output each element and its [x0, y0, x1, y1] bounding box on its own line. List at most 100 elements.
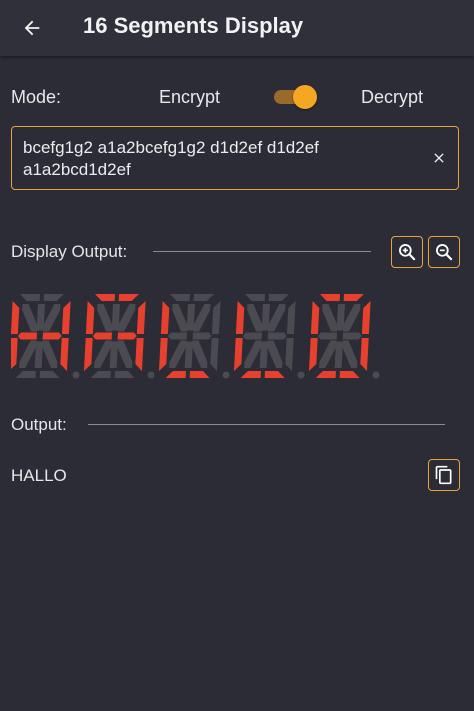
- segment-g2: [342, 332, 362, 340]
- segment-a1: [95, 294, 115, 301]
- arrow-left-icon: [24, 20, 40, 36]
- segment-m: [244, 340, 262, 368]
- sixteen-segment-display: [11, 294, 380, 379]
- mode-row: Mode: Encrypt Decrypt: [0, 84, 474, 112]
- segment-c: [210, 338, 219, 371]
- segment-e: [158, 338, 168, 371]
- segment-e: [83, 338, 93, 371]
- segment-c: [135, 338, 144, 371]
- zoom-in-icon: [399, 244, 416, 261]
- segment-b: [361, 301, 371, 334]
- segment-g1: [317, 332, 337, 340]
- display-character: [308, 294, 371, 378]
- segment-a2: [193, 294, 214, 301]
- segment-m: [169, 340, 187, 368]
- segment-d2: [189, 371, 210, 378]
- segment-a1: [320, 294, 340, 301]
- display-character: [83, 294, 146, 378]
- segment-f: [310, 301, 320, 334]
- zoom-out-icon: [436, 244, 453, 261]
- segment-j: [118, 304, 136, 332]
- segments-input[interactable]: bcefg1g2 a1a2bcefg1g2 d1d2ef d1d2ef a1a2…: [11, 126, 459, 190]
- segment-m: [19, 340, 37, 368]
- segment-d2: [39, 371, 60, 378]
- segment-k: [192, 340, 208, 368]
- clear-button[interactable]: [426, 145, 452, 171]
- segment-a2: [343, 294, 364, 301]
- segment-j: [343, 304, 361, 332]
- segment-b: [136, 301, 146, 334]
- segment-g1: [17, 332, 37, 340]
- zoom-out-button[interactable]: [428, 236, 460, 268]
- segment-b: [286, 301, 296, 334]
- mode-label: Mode:: [11, 87, 62, 107]
- decimal-point: [72, 371, 80, 379]
- segment-d2: [264, 371, 285, 378]
- segments-input-value[interactable]: bcefg1g2 a1a2bcefg1g2 d1d2ef d1d2ef a1a2…: [23, 137, 413, 181]
- segment-k: [42, 340, 58, 368]
- app-bar: 16 Segments Display: [0, 0, 474, 56]
- segment-g2: [42, 332, 62, 340]
- segment-a1: [170, 294, 190, 301]
- segment-g1: [167, 332, 187, 340]
- segment-e: [233, 338, 243, 371]
- encrypt-label: Encrypt: [159, 87, 221, 107]
- display-character: [158, 294, 221, 378]
- segment-a2: [118, 294, 139, 301]
- segment-d2: [114, 371, 135, 378]
- segment-e: [308, 338, 318, 371]
- segment-h: [97, 304, 113, 332]
- segment-h: [22, 304, 38, 332]
- segment-j: [268, 304, 286, 332]
- segment-d2: [339, 371, 360, 378]
- page-title: 16 Segments Display: [83, 13, 304, 38]
- segment-f: [11, 301, 20, 334]
- segment-c: [285, 338, 294, 371]
- segment-b: [61, 301, 71, 334]
- zoom-in-button[interactable]: [391, 236, 423, 268]
- segment-a2: [43, 294, 64, 301]
- output-divider: [88, 424, 445, 425]
- segment-b: [211, 301, 221, 334]
- segment-h: [322, 304, 338, 332]
- segment-g2: [267, 332, 287, 340]
- display-divider: [153, 251, 371, 252]
- segment-h: [247, 304, 263, 332]
- segment-d1: [315, 371, 336, 378]
- decimal-point: [372, 371, 380, 379]
- segment-d1: [165, 371, 186, 378]
- back-button[interactable]: [14, 10, 50, 46]
- segment-k: [117, 340, 133, 368]
- output-label: Output:: [11, 415, 67, 434]
- segment-f: [235, 301, 245, 334]
- segment-g1: [242, 332, 262, 340]
- output-value: HALLO: [11, 466, 67, 485]
- segment-g2: [117, 332, 137, 340]
- segment-j: [193, 304, 211, 332]
- segment-k: [267, 340, 283, 368]
- segment-c: [60, 338, 69, 371]
- segment-d1: [240, 371, 261, 378]
- copy-button[interactable]: [428, 459, 460, 491]
- segment-j: [43, 304, 61, 332]
- decrypt-label: Decrypt: [361, 87, 424, 107]
- segment-f: [85, 301, 95, 334]
- close-icon: [434, 153, 444, 163]
- segment-a2: [268, 294, 289, 301]
- display-output-label: Display Output:: [11, 242, 128, 261]
- mode-toggle[interactable]: [272, 84, 318, 110]
- segment-k: [342, 340, 358, 368]
- segment-a1: [245, 294, 265, 301]
- segment-h: [172, 304, 188, 332]
- decimal-point: [297, 371, 305, 379]
- segment-m: [94, 340, 112, 368]
- segment-m: [319, 340, 337, 368]
- decimal-point: [147, 371, 155, 379]
- segment-f: [160, 301, 170, 334]
- segment-d1: [15, 371, 36, 378]
- copy-icon: [435, 465, 452, 485]
- display-character: [11, 294, 71, 378]
- display-character: [233, 294, 296, 378]
- segment-g1: [92, 332, 112, 340]
- segment-d1: [90, 371, 111, 378]
